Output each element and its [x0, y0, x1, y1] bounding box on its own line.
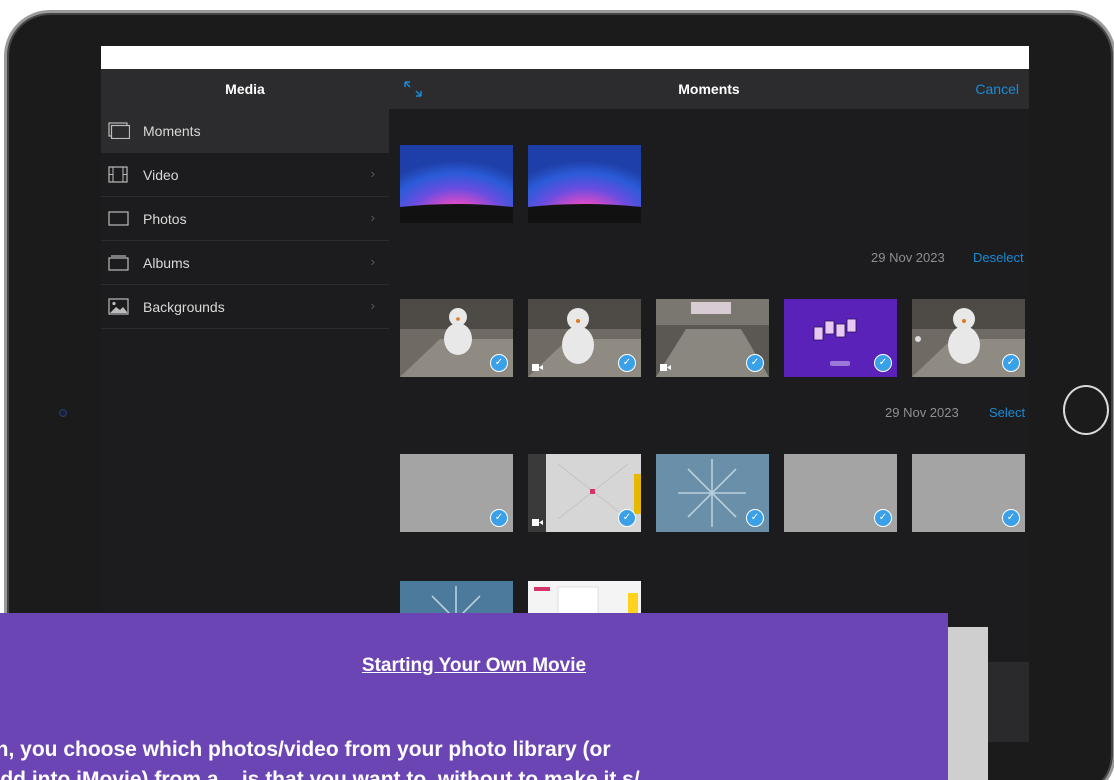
check-icon: ✓	[746, 354, 764, 372]
check-icon: ✓	[618, 354, 636, 372]
sidebar-item-albums[interactable]: Albums ›	[101, 241, 389, 285]
banner-text-line: tion, you choose which photos/video from…	[0, 738, 611, 761]
main-header: Moments Cancel	[389, 69, 1029, 109]
photo-frame-icon	[108, 211, 129, 226]
banner-text-line: o add into iMovie) from a ...is that you…	[0, 768, 640, 780]
check-icon: ✓	[1002, 509, 1020, 527]
moments-icon	[108, 122, 130, 139]
check-icon: ✓	[874, 354, 892, 372]
section-date: 29 Nov 2023	[871, 250, 945, 265]
media-thumbnail[interactable]: ✓	[912, 299, 1025, 377]
media-thumbnail[interactable]: ✓	[912, 454, 1025, 532]
sidebar-title: Media	[101, 69, 389, 109]
video-camera-icon	[532, 519, 543, 526]
select-button[interactable]: Select	[989, 405, 1025, 420]
cancel-button[interactable]: Cancel	[975, 81, 1019, 97]
video-camera-icon	[660, 364, 671, 371]
media-thumbnail[interactable]	[528, 145, 641, 223]
sidebar-item-label: Albums	[143, 254, 190, 271]
dark-strip	[988, 662, 1029, 742]
media-thumbnail[interactable]: ✓	[400, 454, 513, 532]
check-icon: ✓	[618, 509, 636, 527]
video-camera-icon	[532, 364, 543, 371]
home-button[interactable]	[1063, 385, 1109, 435]
chevron-right-icon: ›	[370, 254, 375, 269]
sidebar-item-video[interactable]: Video ›	[101, 153, 389, 197]
sidebar-item-label: Photos	[143, 210, 187, 227]
media-thumbnail[interactable]: ✓	[528, 454, 641, 532]
sidebar-item-backgrounds[interactable]: Backgrounds ›	[101, 285, 389, 329]
film-icon	[108, 166, 128, 183]
check-icon: ✓	[490, 509, 508, 527]
expand-icon[interactable]	[403, 80, 423, 98]
sidebar-item-label: Moments	[143, 122, 201, 139]
sidebar-item-label: Video	[143, 166, 179, 183]
media-thumbnail[interactable]: ✓	[400, 299, 513, 377]
chevron-right-icon: ›	[370, 210, 375, 225]
check-icon: ✓	[874, 509, 892, 527]
media-thumbnail[interactable]: ✓	[784, 299, 897, 377]
page-title: Moments	[678, 81, 740, 97]
deselect-button[interactable]: Deselect	[973, 250, 1024, 265]
media-thumbnail[interactable]: ✓	[656, 299, 769, 377]
sidebar-item-photos[interactable]: Photos ›	[101, 197, 389, 241]
camera-icon	[59, 409, 67, 417]
media-thumbnail[interactable]: ✓	[528, 299, 641, 377]
albums-icon	[108, 255, 129, 271]
check-icon: ✓	[490, 354, 508, 372]
chevron-right-icon: ›	[370, 298, 375, 313]
status-bar	[101, 46, 1029, 69]
banner-title: Starting Your Own Movie	[361, 655, 587, 676]
check-icon: ✓	[746, 509, 764, 527]
media-thumbnail[interactable]: ✓	[784, 454, 897, 532]
sidebar-item-moments[interactable]: Moments	[101, 109, 389, 153]
section-date: 29 Nov 2023	[885, 405, 959, 420]
sidebar-item-label: Backgrounds	[143, 298, 225, 315]
landscape-icon	[108, 298, 129, 315]
media-thumbnail[interactable]	[400, 145, 513, 223]
check-icon: ✓	[1002, 354, 1020, 372]
chevron-right-icon: ›	[370, 166, 375, 181]
media-thumbnail[interactable]: ✓	[656, 454, 769, 532]
